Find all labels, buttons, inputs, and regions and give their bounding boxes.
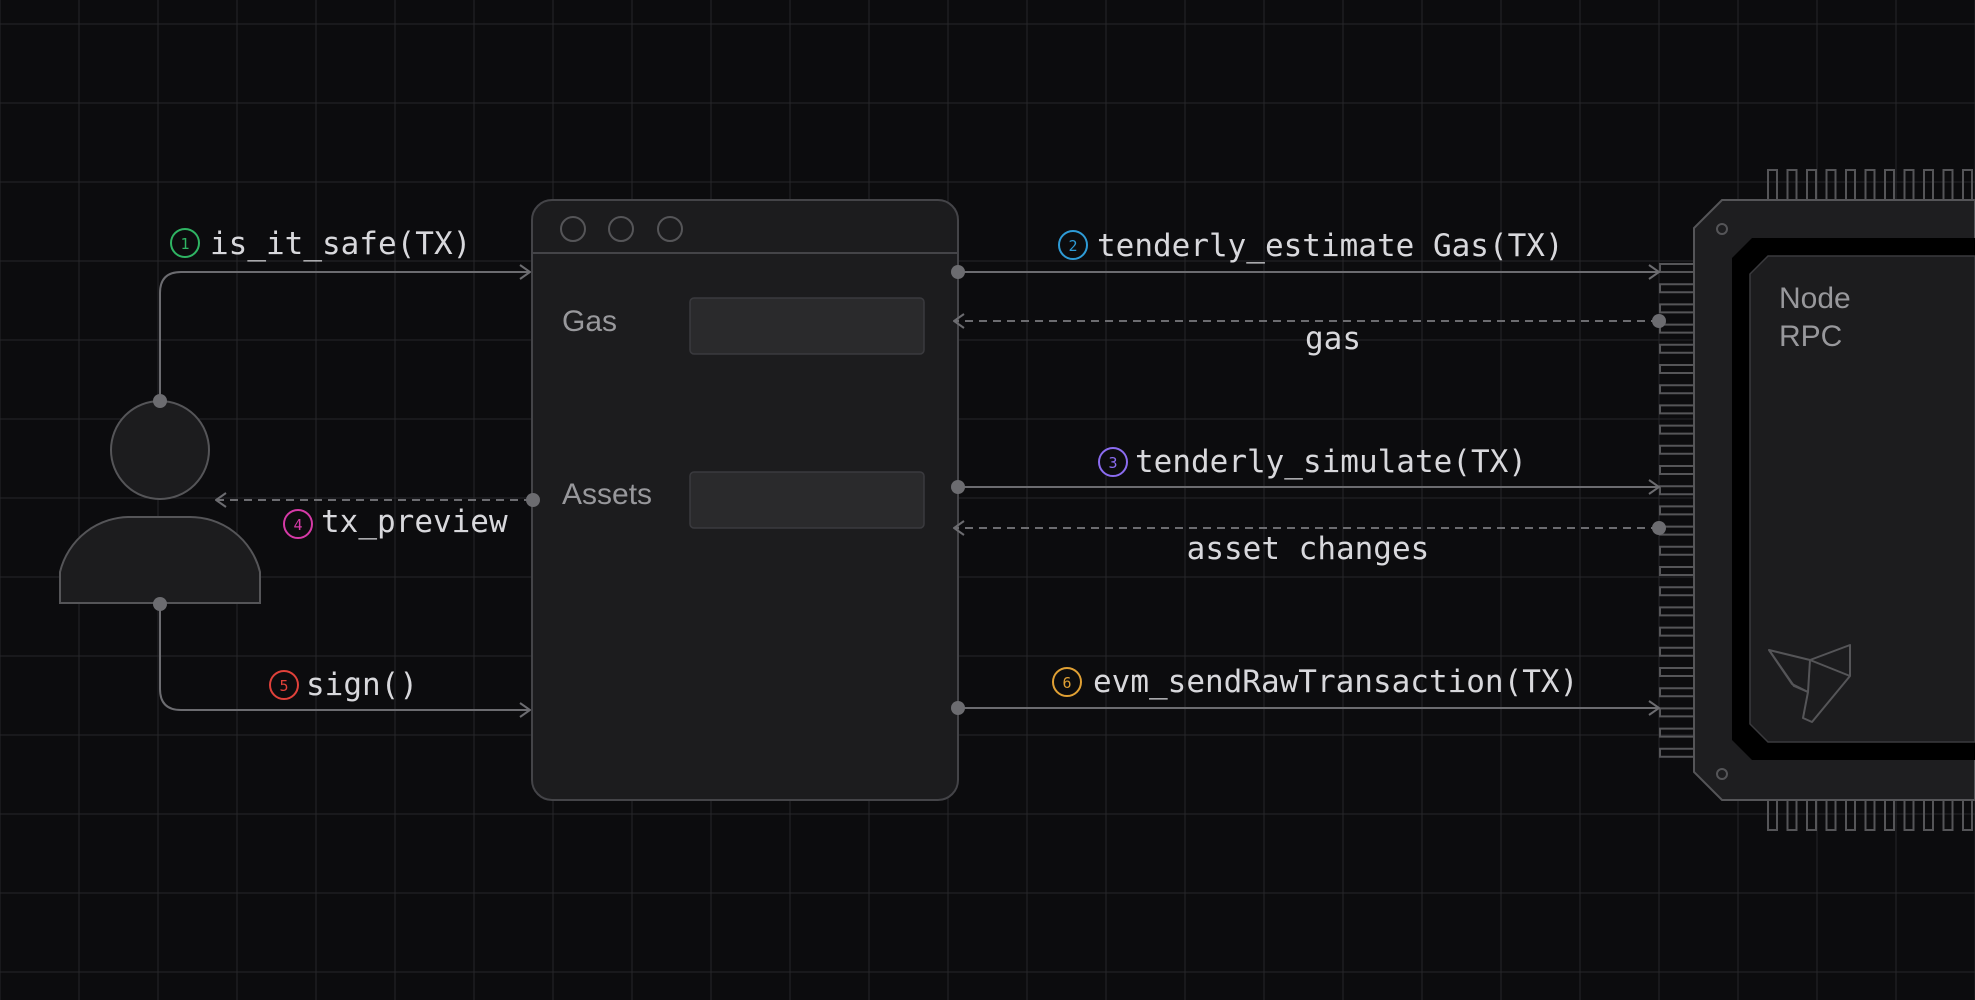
step-3-badge: 3 [1108, 454, 1117, 472]
node-title-line2: RPC [1779, 320, 1842, 353]
step-4-label: tx_preview [321, 504, 508, 540]
canvas-background [0, 0, 1975, 1000]
assets-field-input[interactable] [689, 471, 925, 529]
response-asset-changes-label: asset changes [1187, 531, 1430, 567]
step-1-label: is_it_safe(TX) [210, 226, 471, 262]
step-1-badge: 1 [180, 235, 189, 253]
step-2-badge: 2 [1068, 237, 1077, 255]
step-3: 3 tenderly_simulate(TX) [1098, 444, 1527, 480]
step-3-label: tenderly_simulate(TX) [1135, 444, 1527, 480]
step-6-label: evm_sendRawTransaction(TX) [1093, 664, 1578, 700]
flow-diagram: Gas Assets Node RPC 1 is_it_safe(TX) 2 t… [0, 0, 1975, 1000]
gas-field-label: Gas [562, 305, 617, 338]
response-gas-label: gas [1305, 321, 1361, 357]
gas-field-input[interactable] [689, 297, 925, 355]
app-window: Gas Assets [531, 199, 959, 801]
node-title-line1: Node [1779, 282, 1851, 315]
step-1: 1 is_it_safe(TX) [170, 226, 471, 262]
step-5-badge: 5 [279, 677, 288, 695]
step-2: 2 tenderly_estimate Gas(TX) [1058, 228, 1564, 264]
step-5-label: sign() [306, 667, 418, 703]
step-2-label: tenderly_estimate Gas(TX) [1097, 228, 1564, 264]
step-6-badge: 6 [1062, 674, 1071, 692]
step-6: 6 evm_sendRawTransaction(TX) [1052, 664, 1578, 700]
assets-field-label: Assets [562, 478, 652, 511]
step-4-badge: 4 [293, 516, 302, 534]
node-rpc-chip: Node RPC [1659, 169, 1975, 831]
